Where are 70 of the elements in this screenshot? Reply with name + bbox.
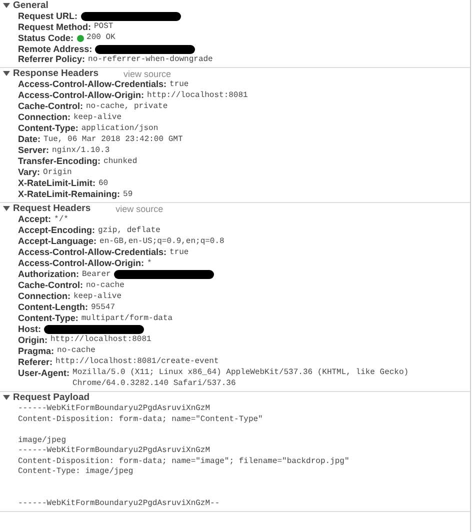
- header-name: Referrer Policy:: [18, 54, 86, 64]
- disclosure-triangle-icon[interactable]: [3, 2, 10, 9]
- view-source-link[interactable]: view source: [116, 204, 164, 214]
- disclosure-triangle-icon[interactable]: [3, 394, 10, 401]
- header-value: keep-alive: [74, 112, 122, 123]
- header-name: Request URL:: [18, 11, 78, 22]
- header-value: true: [170, 79, 189, 90]
- header-name: Cache-Control:: [18, 280, 83, 290]
- header-value: true: [170, 247, 189, 258]
- header-value: 60: [98, 178, 108, 189]
- disclosure-triangle-icon[interactable]: [3, 205, 10, 212]
- disclosure-triangle-icon[interactable]: [3, 70, 10, 77]
- header-value: 59: [123, 189, 133, 200]
- header-name: Connection:: [18, 112, 70, 122]
- header-name: Content-Type:: [18, 123, 78, 134]
- header-name: Content-Length:: [18, 302, 88, 312]
- header-name: Accept-Encoding:: [18, 225, 96, 236]
- header-name: Accept:: [18, 214, 52, 224]
- section-title[interactable]: General: [13, 0, 48, 11]
- header-value: http://localhost:8081: [50, 334, 152, 346]
- header-name: Access-Control-Allow-Origin:: [18, 90, 144, 100]
- payload-text: ------WebKitFormBoundaryu2PgdAsruviXnGzM Content-Disposition: form-data; name="Content-Type" image/jpeg ------WebKitFormBoundaryu2PgdAsruviXnGzM Content-Disposition: form-data; name="image"; filename="backdrop.jpg" Content-Type: image/jpeg ------WebKitFormBoundaryu2PgdAsruviXnGzM--: [18, 404, 350, 509]
- header-name: Server:: [18, 145, 50, 156]
- header-value: 200 OK: [86, 32, 116, 44]
- view-source-link[interactable]: view source: [124, 68, 172, 78]
- header-value: Bearer: [82, 269, 111, 280]
- header-name: Content-Type:: [18, 313, 78, 324]
- header-value: en-GB,en-US;q=0.9,en;q=0.8: [100, 236, 224, 247]
- header-name: Referer:: [18, 356, 53, 367]
- header-name: Status Code:: [18, 32, 74, 43]
- header-name: Transfer-Encoding:: [18, 156, 101, 166]
- header-value: gzip, deflate: [98, 225, 160, 236]
- header-name: X-RateLimit-Remaining:: [18, 189, 120, 200]
- header-name: Access-Control-Allow-Origin:: [18, 258, 144, 268]
- header-value: no-cache: [57, 346, 96, 356]
- header-name: Pragma:: [18, 346, 54, 356]
- header-value: Origin: [43, 167, 72, 178]
- header-name: Remote Address:: [18, 44, 92, 54]
- header-name: Date:: [18, 134, 41, 144]
- header-name: Authorization:: [18, 269, 79, 280]
- header-value: chunked: [104, 156, 138, 167]
- header-name: Request Method:: [18, 22, 91, 32]
- header-value: application/json: [81, 123, 158, 134]
- section-title[interactable]: Request Headers: [13, 203, 91, 214]
- header-value: POST: [94, 22, 114, 32]
- header-name: X-RateLimit-Limit:: [18, 178, 96, 188]
- header-name: Cache-Control:: [18, 101, 83, 112]
- header-value: keep-alive: [74, 291, 122, 302]
- header-value: *: [147, 258, 152, 269]
- header-name: Access-Control-Allow-Credentials:: [18, 79, 167, 90]
- section-title[interactable]: Request Payload: [13, 392, 90, 403]
- header-value: nginx/1.10.3: [52, 145, 110, 156]
- header-value: Tue, 06 Mar 2018 23:42:00 GMT: [44, 134, 183, 145]
- header-value: multipart/form-data: [81, 313, 173, 324]
- header-name: Host:: [18, 324, 41, 334]
- header-value: */*: [54, 214, 68, 225]
- header-value: 95547: [90, 302, 115, 313]
- header-value: http://localhost:8081/create-event: [56, 356, 219, 368]
- header-value: no-cache: [86, 280, 124, 291]
- header-value: no-referrer-when-downgrade: [88, 54, 213, 65]
- header-value: no-cache, private: [86, 101, 168, 112]
- header-name: Vary:: [18, 167, 40, 178]
- header-name: Access-Control-Allow-Credentials:: [18, 247, 167, 258]
- header-value: Mozilla/5.0 (X11; Linux x86_64) AppleWebKit/537.36 (KHTML, like Gecko) Chrome/64.0.3282.140 Safari/537.36: [72, 368, 410, 389]
- header-value: http://localhost:8081: [147, 90, 248, 101]
- section-title[interactable]: Response Headers: [13, 68, 99, 79]
- header-name: Accept-Language:: [18, 236, 97, 246]
- header-name: User-Agent:: [18, 368, 70, 378]
- header-name: Connection:: [18, 291, 70, 302]
- header-name: Origin:: [18, 334, 48, 345]
